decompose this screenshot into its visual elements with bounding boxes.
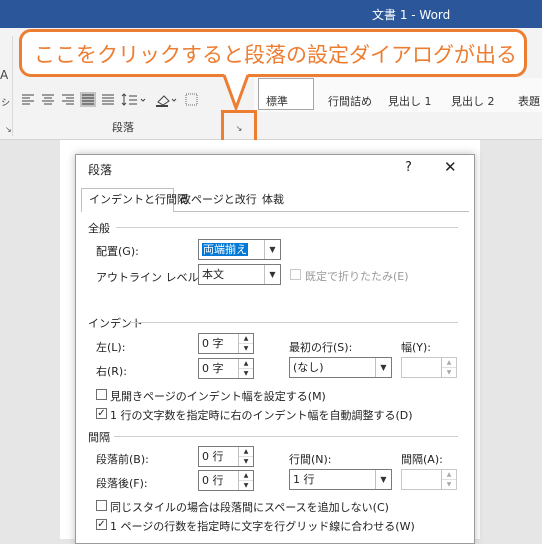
first-line-select[interactable]: (なし) ▼ [289, 357, 392, 378]
paragraph-group-label: 段落 [112, 121, 134, 134]
style-heading-2[interactable]: 見出し 2 [451, 93, 495, 109]
spin-down-icon[interactable]: ▼ [442, 480, 456, 489]
section-spacing: 間隔 [88, 431, 110, 444]
phonetic-guide-icon[interactable]: ㇱ [0, 93, 11, 109]
alignment-select[interactable]: 両端揃え ▼ [198, 239, 281, 260]
style-title[interactable]: 表題 [518, 93, 540, 109]
space-before-spinner[interactable]: 0 行 ▲ ▼ [198, 446, 254, 467]
align-left-icon[interactable] [22, 94, 34, 105]
indent-left-value: 0 字 [202, 337, 224, 350]
callout-tail [222, 74, 250, 113]
mirror-indents-label: 見開きページのインデント幅を設定する(M) [110, 390, 326, 403]
auto-adjust-checkbox[interactable]: ✓ [96, 408, 107, 419]
snap-to-grid-label: 1 ページの行数を指定時に文字を行グリッド線に合わせる(W) [110, 520, 415, 533]
line-spacing-icon[interactable] [121, 93, 146, 106]
collapsed-label: 既定で折りたたみ(E) [305, 270, 409, 283]
section-rule [130, 322, 458, 323]
distributed-icon[interactable] [102, 94, 114, 105]
spin-up-icon[interactable]: ▲ [442, 358, 456, 368]
no-space-same-style-label: 同じスタイルの場合は段落間にスペースを追加しない(C) [110, 501, 389, 514]
borders-icon[interactable] [185, 93, 198, 106]
indent-by-label: 幅(Y): [401, 341, 432, 354]
spacing-at-spinner[interactable]: ▲ ▼ [401, 469, 457, 490]
space-before-value: 0 行 [202, 450, 224, 463]
line-spacing-label: 行間(N): [289, 453, 332, 466]
spin-down-icon[interactable]: ▼ [442, 368, 456, 377]
space-before-label: 段落前(B): [96, 453, 149, 466]
first-line-value: (なし) [293, 361, 324, 374]
chevron-down-icon: ▼ [264, 240, 280, 259]
font-size-icon[interactable]: A [0, 68, 8, 82]
dialog-title: 段落 [88, 163, 113, 177]
spin-down-icon[interactable]: ▼ [239, 481, 253, 490]
no-space-same-style-checkbox[interactable] [96, 500, 107, 511]
section-rule [114, 436, 458, 437]
align-center-icon[interactable] [42, 94, 54, 105]
spin-up-icon[interactable]: ▲ [239, 359, 253, 369]
title-bar [0, 0, 542, 28]
chevron-down-icon: ▼ [375, 358, 391, 377]
chevron-down-icon: ▼ [375, 470, 391, 489]
style-heading-1[interactable]: 見出し 1 [388, 93, 432, 109]
indent-right-label: 右(R): [96, 365, 127, 378]
outline-level-value: 本文 [202, 268, 224, 281]
indent-left-label: 左(L): [96, 341, 126, 354]
space-after-label: 段落後(F): [96, 477, 148, 490]
auto-adjust-label: 1 行の文字数を指定時に右のインデント幅を自動調整する(D) [110, 409, 413, 422]
space-after-value: 0 行 [202, 474, 224, 487]
indent-right-value: 0 字 [202, 362, 224, 375]
tab-asian-typography[interactable]: 体裁 [252, 189, 284, 211]
callout-text: ここをクリックすると段落の設定ダイアログが出る [34, 43, 517, 67]
section-indentation: インデント [88, 317, 143, 330]
spin-down-icon[interactable]: ▼ [239, 457, 253, 466]
close-button[interactable]: ✕ [444, 158, 457, 176]
snap-to-grid-checkbox[interactable]: ✓ [96, 519, 107, 530]
ribbon-font-group-edge [0, 36, 13, 136]
font-launcher-icon[interactable]: ↘ [5, 125, 12, 134]
first-line-label: 最初の行(S): [289, 341, 353, 354]
justify-selected-bg [80, 92, 96, 107]
indent-right-spinner[interactable]: 0 字 ▲ ▼ [198, 358, 254, 379]
mirror-indents-checkbox[interactable] [96, 389, 107, 400]
help-button[interactable]: ? [405, 160, 412, 175]
spin-up-icon[interactable]: ▲ [239, 471, 253, 481]
tab-indents-and-spacing[interactable]: インデントと行間隔 [81, 188, 188, 212]
collapsed-checkbox[interactable] [290, 269, 301, 280]
spin-down-icon[interactable]: ▼ [239, 369, 253, 378]
indent-left-spinner[interactable]: 0 字 ▲ ▼ [198, 333, 254, 354]
spin-up-icon[interactable]: ▲ [239, 334, 253, 344]
section-general: 全般 [88, 222, 110, 235]
spin-down-icon[interactable]: ▼ [239, 344, 253, 353]
tab-line-and-page-breaks[interactable]: 改ページと改行 [174, 189, 257, 211]
line-spacing-select[interactable]: 1 行 ▼ [289, 469, 392, 490]
indent-by-spinner[interactable]: ▲ ▼ [401, 357, 457, 378]
alignment-value: 両端揃え [202, 243, 248, 256]
style-normal[interactable]: 標準 [266, 93, 288, 109]
align-right-icon[interactable] [62, 94, 74, 105]
chevron-down-icon: ▼ [264, 265, 280, 284]
spacing-at-label: 間隔(A): [401, 453, 443, 466]
shading-icon[interactable] [156, 95, 177, 107]
line-spacing-value: 1 行 [293, 473, 315, 486]
paragraph-toolbar [22, 92, 198, 107]
outline-level-select[interactable]: 本文 ▼ [198, 264, 281, 285]
space-after-spinner[interactable]: 0 行 ▲ ▼ [198, 470, 254, 491]
spin-up-icon[interactable]: ▲ [442, 470, 456, 480]
window-title: 文書 1 - Word [372, 8, 451, 22]
spin-up-icon[interactable]: ▲ [239, 447, 253, 457]
style-no-spacing[interactable]: 行間詰め [328, 93, 372, 109]
alignment-label: 配置(G): [96, 245, 139, 258]
section-rule [116, 227, 458, 228]
